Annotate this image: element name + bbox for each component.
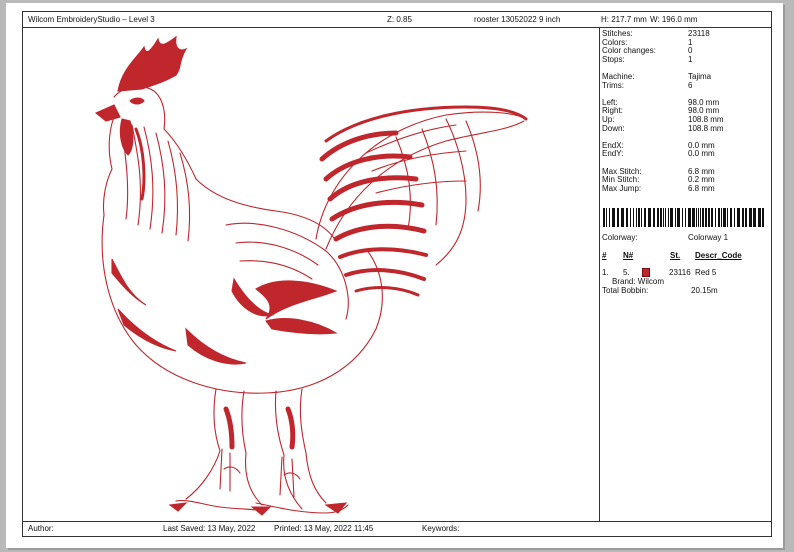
worksheet-frame: Wilcom EmbroideryStudio – Level 3 Z: 0.8… [22, 11, 772, 537]
footer-printed: Printed: 13 May, 2022 11:45 [274, 524, 374, 533]
stat-value: 0.0 mm [688, 149, 715, 159]
design-width: W: 196.0 mm [650, 15, 698, 24]
stat-label: Stops: [602, 54, 625, 64]
footer-keywords: Keywords: [422, 524, 460, 533]
colorway-value: Colorway 1 [688, 233, 729, 242]
stat-row: Max Jump: 6.8 mm [602, 184, 772, 193]
rooster-design [94, 35, 528, 516]
panel-divider [599, 27, 600, 521]
colorway-label: Colorway: [602, 233, 638, 242]
color-row-brand: Brand: Wilcom [612, 277, 665, 286]
bobbin-value: 20.15m [691, 286, 718, 295]
stat-label: Down: [602, 123, 625, 133]
zoom-level: Z: 0.85 [387, 15, 412, 24]
stat-label: Max Jump: [602, 183, 642, 193]
table-header-needle: N# [623, 251, 634, 260]
table-header-descr: Descr_Code [695, 251, 742, 260]
app-title: Wilcom EmbroideryStudio – Level 3 [28, 15, 155, 24]
barcode-graphic [603, 208, 764, 227]
footer-author: Author: [28, 524, 54, 533]
color-row-num: 1. [602, 268, 609, 277]
footer-last-saved: Last Saved: 13 May, 2022 [163, 524, 256, 533]
design-name: rooster 13052022 9 inch [474, 15, 561, 24]
header-divider [23, 27, 771, 28]
footer-divider [23, 521, 771, 522]
embroidery-design-preview [26, 29, 596, 521]
color-row-needle: 5. [623, 268, 630, 277]
table-header-num: # [602, 251, 607, 260]
barcode [603, 208, 766, 227]
stat-value: 6.8 mm [688, 183, 715, 193]
table-header-stitches: St. [670, 251, 681, 260]
color-row-stitches: 23116 [669, 268, 691, 277]
color-row-descr: Red 5 [695, 268, 717, 277]
stat-label: Trims: [602, 80, 624, 90]
stat-value: 6 [688, 80, 693, 90]
stat-value: 1 [688, 54, 693, 64]
stat-row: Down: 108.8 mm [602, 124, 772, 133]
bobbin-label: Total Bobbin: [602, 286, 649, 295]
stat-row: Trims: 6 [602, 81, 772, 90]
design-height: H: 217.7 mm [601, 15, 647, 24]
stat-value: 108.8 mm [688, 123, 724, 133]
stat-label: EndY: [602, 149, 624, 159]
stat-row: EndY: 0.0 mm [602, 149, 772, 158]
color-swatch [642, 268, 650, 277]
print-preview-sheet: Wilcom EmbroideryStudio – Level 3 Z: 0.8… [6, 3, 783, 548]
stat-row: Stops: 1 [602, 55, 772, 64]
